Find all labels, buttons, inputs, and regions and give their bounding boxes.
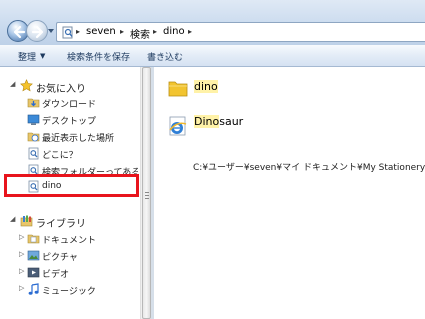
videos-icon [27,267,40,278]
search-results-pane: dino Dinosaur C:¥ユーザー¥seven¥マイ ドキュメント¥My… [154,67,425,319]
sidebar-item-desktop[interactable]: デスクトップ [0,111,140,128]
collapse-arrow-icon[interactable]: ◢ [10,215,15,223]
expand-arrow-icon[interactable]: ▷ [19,267,24,275]
organize-dropdown-icon[interactable]: ▼ [40,52,45,60]
expand-arrow-icon[interactable]: ▷ [19,284,24,292]
pictures-icon [27,250,40,261]
sidebar-item-documents[interactable]: ▷ ドキュメント [0,230,140,247]
scrollbar-thumb[interactable] [142,67,151,319]
result-item-dino-folder[interactable]: dino [162,77,282,103]
collapse-arrow-icon[interactable]: ◢ [10,80,15,88]
saved-search-icon [28,147,39,160]
result-path: C:¥ユーザー¥seven¥マイ ドキュメント¥My Stationery [193,163,425,173]
breadcrumb-search[interactable]: 検索 [130,26,150,41]
sidebar-item-pictures[interactable]: ▷ ピクチャ [0,247,140,264]
sidebar-item-label: ビデオ [42,270,70,280]
grip-line [145,198,149,199]
highlight-box [4,174,139,197]
desktop-icon [27,114,40,125]
grip-line [145,192,149,193]
sidebar-item-label: ドキュメント [42,236,97,246]
breadcrumb-separator-icon[interactable]: ▸ [153,27,157,36]
forward-button[interactable] [26,20,48,42]
libraries-label: ライブラリ [36,219,86,230]
nav-favorites-header[interactable]: ◢ お気に入り [0,77,140,95]
sidebar-item-downloads[interactable]: ダウンロード [0,94,140,111]
result-name-rest: saur [219,115,244,128]
sidebar-item-label: ミュージック [42,287,96,297]
folder-icon [168,81,188,97]
star-icon [20,79,33,92]
sidebar-item-label: ピクチャ [42,253,78,263]
expand-arrow-icon[interactable]: ▷ [19,233,24,241]
command-toolbar: 整理 ▼ 検索条件を保存 書き込む [0,45,425,67]
sidebar-item-label: 最近表示した場所 [42,134,115,144]
forward-arrow-icon [31,25,44,39]
address-bar-area: ▸ seven ▸ 検索 ▸ dino ▸ [0,0,425,45]
sidebar-item-recent-places[interactable]: 最近表示した場所 [0,128,140,145]
back-arrow-icon [13,25,26,39]
result-name: Dinosaur [194,115,243,128]
documents-icon [27,234,40,244]
recent-pages-dropdown-icon[interactable] [48,29,54,34]
organize-button[interactable]: 整理 [18,50,36,63]
address-breadcrumb[interactable]: ▸ seven ▸ 検索 ▸ dino ▸ [56,22,425,42]
sidebar-item-videos[interactable]: ▷ ビデオ [0,264,140,281]
breadcrumb-seven[interactable]: seven [86,26,116,37]
breadcrumb-separator-icon[interactable]: ▸ [188,27,192,36]
nav-pane-scrollbar[interactable] [140,67,151,319]
sidebar-item-music[interactable]: ▷ ミュージック [0,281,140,298]
download-folder-icon [27,98,40,108]
breadcrumb-separator-icon[interactable]: ▸ [120,27,124,36]
favorites-label: お気に入り [36,84,86,95]
breadcrumb-separator-icon[interactable]: ▸ [76,27,80,36]
sidebar-item-label: デスクトップ [42,117,97,127]
grip-line [145,195,149,196]
sidebar-item-label: ダウンロード [42,100,97,110]
sidebar-item-label: どこに？ [42,151,78,161]
save-search-button[interactable]: 検索条件を保存 [67,50,130,63]
nav-libraries-header[interactable]: ◢ ライブラリ [0,212,140,230]
breadcrumb-dino[interactable]: dino [163,26,185,37]
match-highlight: dino [194,80,218,93]
match-highlight: Dino [194,115,220,128]
libraries-icon [20,215,33,227]
result-name: dino [194,80,218,93]
result-item-dinosaur[interactable]: Dinosaur [162,111,302,141]
music-icon [28,283,39,295]
recent-places-icon [27,132,40,142]
internet-explorer-icon [169,116,187,136]
burn-button[interactable]: 書き込む [147,50,183,63]
sidebar-item-where[interactable]: どこに？ [0,145,140,162]
search-folder-icon [62,26,73,39]
expand-arrow-icon[interactable]: ▷ [19,250,24,258]
